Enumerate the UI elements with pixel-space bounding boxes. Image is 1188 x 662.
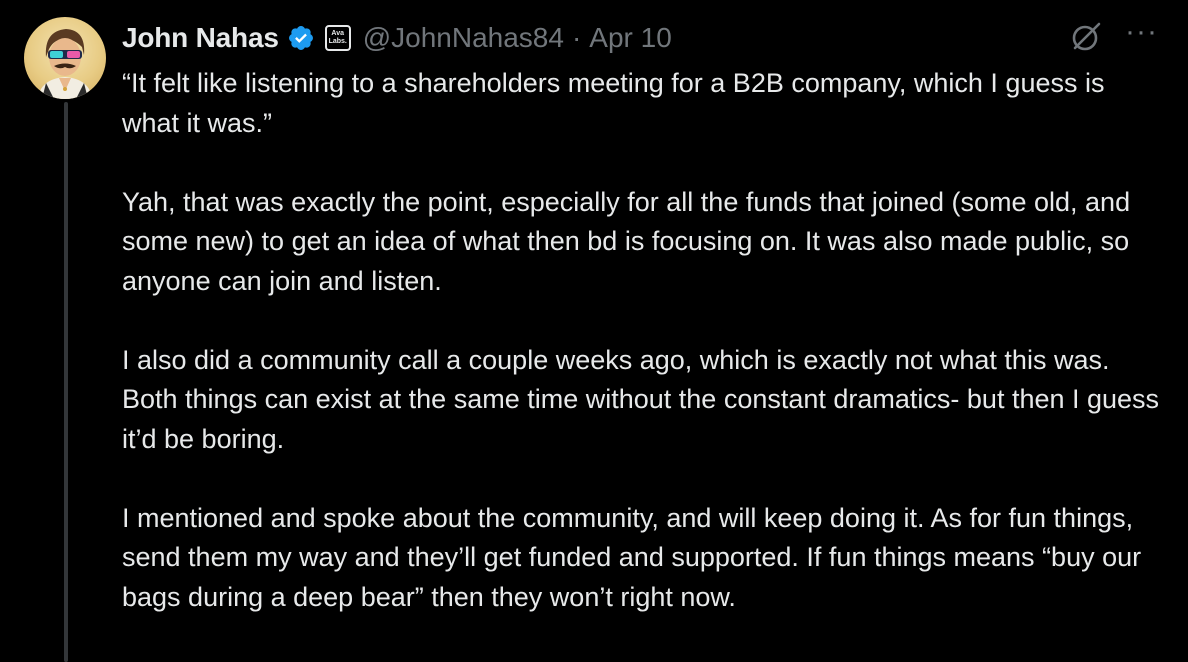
grok-icon[interactable] <box>1069 20 1103 54</box>
affiliate-badge-line1: Ava <box>331 30 345 37</box>
tweet-paragraph: Yah, that was exactly the point, especia… <box>122 186 1131 296</box>
thread-line <box>64 102 68 662</box>
separator: · <box>571 22 582 53</box>
handle[interactable]: @JohnNahas84 <box>363 22 564 54</box>
tweet-date[interactable]: Apr 10 <box>589 22 672 54</box>
tweet[interactable]: John Nahas Ava Labs. @JohnNahas84 · Apr … <box>0 0 1188 662</box>
tweet-text: “It felt like listening to a shareholder… <box>122 64 1162 657</box>
tweet-paragraph: I mentioned and spoke about the communit… <box>122 502 1142 612</box>
affiliate-badge-line2: Labs. <box>328 38 347 45</box>
more-options-icon[interactable]: ··· <box>1125 17 1158 47</box>
tweet-paragraph: “It felt like listening to a shareholder… <box>122 68 1105 138</box>
verified-badge-icon[interactable] <box>287 24 315 52</box>
header-actions: ··· <box>1069 17 1158 54</box>
affiliate-badge-icon[interactable]: Ava Labs. <box>324 25 351 51</box>
tweet-paragraph: I also did a community call a couple wee… <box>122 344 1160 454</box>
display-name[interactable]: John Nahas <box>122 22 279 54</box>
avatar[interactable] <box>24 17 106 99</box>
tweet-header: John Nahas Ava Labs. @JohnNahas84 · Apr … <box>122 18 672 58</box>
